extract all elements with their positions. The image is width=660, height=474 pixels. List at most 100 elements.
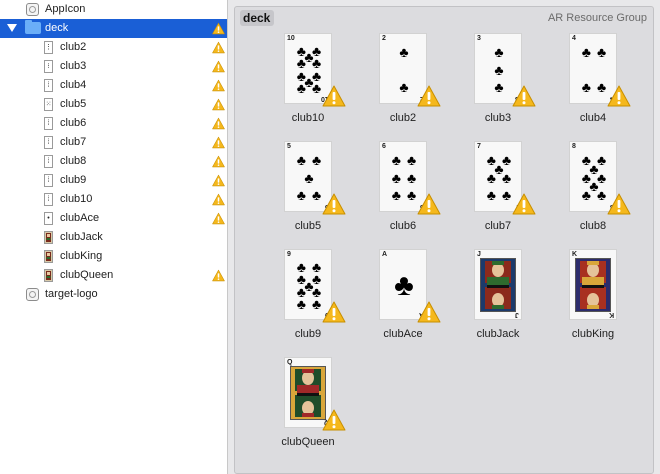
sidebar-item-label: deck — [45, 22, 69, 34]
warning-icon — [212, 60, 225, 73]
image-tile-club9[interactable]: 9♣♣♣♣♣♣♣♣♣9club9 — [258, 249, 358, 349]
warning-icon — [212, 193, 225, 206]
image-tile-club10[interactable]: 10 ♣ ♣ ♣ ♣ ♣ ♣ ♣ ♣ ♣ ♣ 10 club10 — [258, 33, 358, 133]
face-card-art — [290, 366, 326, 420]
image-tile-label: clubJack — [476, 328, 520, 340]
image-tile-clubjack[interactable]: J JclubJack — [448, 249, 548, 349]
club-pip-icon: ♣ — [394, 268, 414, 302]
image-set-icon — [26, 288, 39, 301]
asset-catalog-sidebar: AppIcon deck ⋮ club2 ⁝ club3 ⁞ club4 ⁙ club5 ⁞ club… — [0, 0, 228, 474]
card-rank-label: 6 — [382, 143, 386, 150]
sidebar-item-label: club2 — [60, 41, 87, 53]
sidebar-item-club10[interactable]: ⁞ club10 — [0, 190, 227, 209]
club-pip-icon: ♣ — [312, 151, 322, 168]
sidebar-item-label: clubKing — [60, 250, 103, 262]
club-pip-icon: ♣ — [399, 79, 409, 96]
sidebar-item-target-logo[interactable]: target-logo — [0, 285, 227, 304]
sidebar-item-label: club8 — [60, 155, 87, 167]
club-pip-icon: ♣ — [581, 79, 591, 96]
club-pip-icon: ♣ — [296, 296, 306, 313]
image-tile-label: club4 — [579, 112, 607, 124]
club-pip-icon: ♣ — [399, 43, 409, 60]
card-rank-label: 5 — [287, 143, 291, 150]
image-tile-label: clubQueen — [281, 436, 335, 448]
card-thumbnail-icon: ⁞ — [44, 174, 53, 187]
sidebar-item-clubqueen[interactable]: clubQueen — [0, 266, 227, 285]
club-pip-icon: ♣ — [391, 151, 401, 168]
sidebar-item-clubace[interactable]: • clubAce — [0, 209, 227, 228]
warning-icon — [212, 212, 225, 225]
sidebar-item-deck[interactable]: deck — [0, 19, 227, 38]
club-pip-icon: ♣ — [391, 169, 401, 186]
card-rank-label: Q — [287, 359, 293, 366]
image-tile-clubace[interactable]: A ♣ AclubAce — [353, 249, 453, 349]
image-tile-clubking[interactable]: K KclubKing — [543, 249, 643, 349]
image-tile-label: club8 — [579, 220, 607, 232]
image-set-icon — [26, 3, 39, 16]
asset-detail-area: deck AR Resource Group 10 ♣ ♣ ♣ ♣ ♣ ♣ ♣ ♣ ♣ ♣ 10 clu… — [228, 0, 660, 474]
warning-icon — [212, 98, 225, 111]
card-rank-label: 3 — [477, 35, 481, 42]
image-tile-club3[interactable]: 3♣♣♣3club3 — [448, 33, 548, 133]
warning-icon — [417, 301, 441, 323]
warning-icon — [212, 269, 225, 282]
image-tile-label: clubAce — [383, 328, 423, 340]
image-tile-club2[interactable]: 2♣♣2club2 — [353, 33, 453, 133]
card-rank-label: J — [477, 251, 481, 258]
warning-icon — [212, 117, 225, 130]
club-pip-icon: ♣ — [296, 187, 306, 204]
sidebar-item-label: club5 — [60, 98, 87, 110]
sidebar-item-clubjack[interactable]: clubJack — [0, 228, 227, 247]
warning-icon — [212, 136, 225, 149]
image-tile-club7[interactable]: 7♣♣♣♣♣♣♣7club7 — [448, 141, 548, 241]
image-tile-club5[interactable]: 5♣♣♣♣♣5club5 — [258, 141, 358, 241]
image-tile-clubqueen[interactable]: Q QclubQueen — [258, 357, 358, 457]
folder-icon — [25, 20, 41, 34]
card-rank-label: 9 — [287, 251, 291, 258]
sidebar-item-label: club9 — [60, 174, 87, 186]
sidebar-item-club4[interactable]: ⁞ club4 — [0, 76, 227, 95]
card-thumbnail-icon — [44, 250, 53, 263]
sidebar-item-club5[interactable]: ⁙ club5 — [0, 95, 227, 114]
club-pip-icon: ♣ — [494, 43, 504, 60]
sidebar-item-appicon[interactable]: AppIcon — [0, 0, 227, 19]
sidebar-item-club2[interactable]: ⋮ club2 — [0, 38, 227, 57]
warning-icon — [212, 41, 225, 54]
card-thumbnail-icon: ⁞ — [44, 136, 53, 149]
sidebar-item-label: clubAce — [60, 212, 100, 224]
club-pip-icon: ♣ — [502, 169, 512, 186]
card-thumbnail-icon — [44, 269, 53, 282]
sidebar-item-club9[interactable]: ⁞ club9 — [0, 171, 227, 190]
card-rank-label: K — [572, 251, 578, 258]
warning-icon — [322, 409, 346, 431]
image-tile-club8[interactable]: 8♣♣♣♣♣♣♣♣8club8 — [543, 141, 643, 241]
sidebar-item-club7[interactable]: ⁞ club7 — [0, 133, 227, 152]
sidebar-item-label: clubQueen — [60, 269, 114, 281]
card-image: JJ — [474, 249, 522, 320]
club-pip-icon: ♣ — [296, 151, 306, 168]
face-card-art — [480, 258, 516, 312]
disclosure-triangle-icon[interactable] — [7, 24, 17, 32]
sidebar-item-club3[interactable]: ⁝ club3 — [0, 57, 227, 76]
warning-icon — [212, 174, 225, 187]
card-thumbnail-icon: ⁞ — [44, 155, 53, 168]
sidebar-item-label: club3 — [60, 60, 87, 72]
warning-icon — [212, 22, 225, 35]
image-tile-label: club6 — [389, 220, 417, 232]
sidebar-item-club8[interactable]: ⁞ club8 — [0, 152, 227, 171]
warning-icon — [607, 85, 631, 107]
sidebar-item-clubking[interactable]: clubKing — [0, 247, 227, 266]
card-rank-label: J — [515, 311, 519, 318]
group-type-label: AR Resource Group — [547, 12, 647, 24]
card-rank-label: 10 — [287, 35, 295, 42]
image-tile-club6[interactable]: 6♣♣♣♣♣♣6club6 — [353, 141, 453, 241]
card-thumbnail-icon: ⁞ — [44, 79, 53, 92]
warning-icon — [212, 79, 225, 92]
image-tile-club4[interactable]: 4♣♣♣♣4club4 — [543, 33, 643, 133]
group-name-label[interactable]: deck — [240, 10, 275, 26]
image-tile-label: club9 — [294, 328, 322, 340]
club-pip-icon: ♣ — [486, 169, 496, 186]
sidebar-item-label: club4 — [60, 79, 87, 91]
card-rank-label: 4 — [572, 35, 576, 42]
sidebar-item-club6[interactable]: ⁞ club6 — [0, 114, 227, 133]
